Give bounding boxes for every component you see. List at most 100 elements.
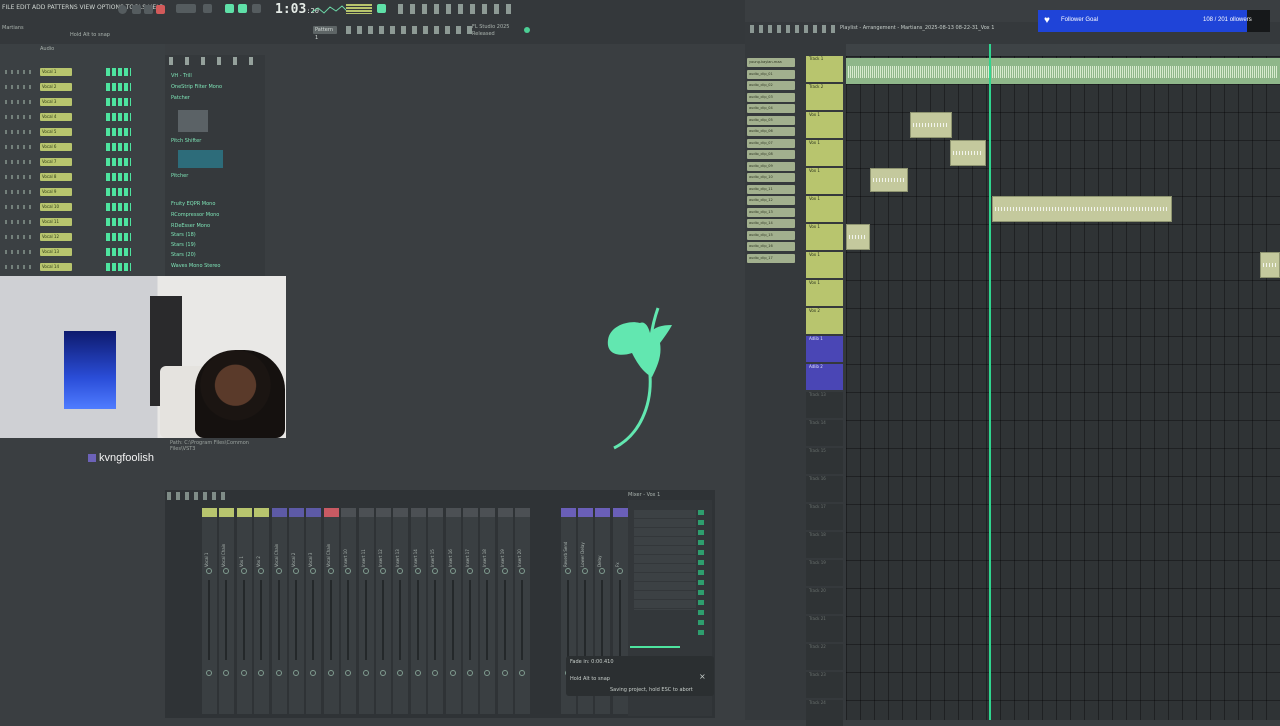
playhead[interactable] <box>989 44 991 720</box>
send-knob[interactable] <box>501 670 508 676</box>
clip-source-button[interactable]: young-kaylan-maa <box>747 58 795 67</box>
mixer-strip[interactable]: Insert 18 <box>480 508 496 714</box>
send-knob[interactable] <box>432 670 439 676</box>
track-header[interactable]: Vox 1 <box>806 168 843 194</box>
pan-knob[interactable] <box>310 568 317 574</box>
track-header[interactable]: Vox 1 <box>806 196 843 222</box>
fx-slots[interactable] <box>634 510 696 610</box>
mixer-toolbar[interactable] <box>167 492 227 500</box>
send-knob[interactable] <box>362 670 369 676</box>
plugin-item[interactable]: OneStrip Filter Mono <box>171 84 222 90</box>
plugin-item[interactable]: Waves Mono Stereo <box>171 263 220 269</box>
pan-knob[interactable] <box>432 568 439 574</box>
clip-source-button[interactable]: audio_clip_04 <box>747 104 795 113</box>
strip-fader[interactable] <box>399 580 402 660</box>
channel-row[interactable]: Vocal 2 <box>3 83 163 92</box>
send-knob[interactable] <box>327 670 334 676</box>
track-header[interactable]: Vox 1 <box>806 140 843 166</box>
channel-name-button[interactable]: Vocal 7 <box>40 158 72 166</box>
clip-source-button[interactable]: audio_clip_05 <box>747 115 795 125</box>
plugin-item[interactable]: Stars (20) <box>171 252 196 258</box>
strip-fader[interactable] <box>260 580 263 660</box>
channel-row[interactable]: Vocal 11 <box>3 218 163 227</box>
mixer-strip[interactable]: Insert 19 <box>497 508 513 714</box>
mixer-strip[interactable]: Vocal Chain <box>271 508 287 714</box>
strip-fader[interactable] <box>618 580 621 660</box>
clip-source-button[interactable]: audio_clip_06 <box>747 127 795 136</box>
channel-steps[interactable] <box>106 83 131 91</box>
online-icon[interactable] <box>524 27 530 33</box>
pan-knob[interactable] <box>327 568 334 574</box>
strip-fader[interactable] <box>277 580 280 660</box>
channel-steps[interactable] <box>106 203 131 211</box>
strip-fader[interactable] <box>242 580 245 660</box>
send-knob[interactable] <box>380 670 386 676</box>
tool-icons-row[interactable] <box>398 4 518 14</box>
channel-controls[interactable] <box>5 235 35 239</box>
channel-row[interactable]: Vocal 13 <box>3 248 163 257</box>
tempo-display[interactable] <box>176 4 196 13</box>
metronome-button[interactable] <box>203 4 212 13</box>
send-knob[interactable] <box>484 670 491 676</box>
audio-clip[interactable] <box>846 58 1280 84</box>
clip-source-button[interactable]: audio_clip_08 <box>747 150 795 159</box>
mixer-strip[interactable]: Insert 10 <box>341 508 357 714</box>
audio-clip[interactable] <box>950 140 986 166</box>
pan-knob[interactable] <box>616 568 623 574</box>
strip-fader[interactable] <box>347 580 350 660</box>
strip-fader[interactable] <box>434 580 437 660</box>
channel-name-button[interactable]: Vocal 8 <box>40 173 72 181</box>
strip-fader[interactable] <box>295 580 297 660</box>
channel-row[interactable]: Vocal 4 <box>3 113 163 122</box>
pan-knob[interactable] <box>582 568 588 574</box>
channel-controls[interactable] <box>5 115 35 119</box>
arrangement-grid[interactable] <box>846 56 1280 720</box>
send-knob[interactable] <box>258 670 265 676</box>
pan-knob[interactable] <box>293 568 299 574</box>
channel-name-button[interactable]: Vocal 1 <box>40 68 72 76</box>
track-header[interactable]: Adlib 1 <box>806 336 843 362</box>
strip-fader[interactable] <box>486 580 489 660</box>
mixer-strip[interactable]: Vocal Chain <box>323 508 339 714</box>
channel-name-button[interactable]: Vocal 13 <box>40 248 72 256</box>
clip-source-button[interactable]: audio_clip_03 <box>747 92 795 102</box>
channel-controls[interactable] <box>5 265 35 269</box>
channel-controls[interactable] <box>5 205 35 209</box>
channel-row[interactable]: Vocal 6 <box>3 143 163 152</box>
play-button[interactable] <box>132 5 141 14</box>
mixer-strip[interactable]: Insert 13 <box>393 508 409 714</box>
countdown-button[interactable] <box>225 4 234 13</box>
channel-steps[interactable] <box>106 173 131 181</box>
channel-name-button[interactable]: Vocal 2 <box>40 83 72 91</box>
channel-controls[interactable] <box>5 130 35 134</box>
plugin-item[interactable]: VH - Trill <box>171 73 192 79</box>
channel-steps[interactable] <box>106 248 131 256</box>
channel-controls[interactable] <box>5 175 35 179</box>
track-header[interactable]: Vox 1 <box>806 280 843 306</box>
mixer-strip[interactable]: Vocal 3 <box>306 508 322 714</box>
mixer-strip[interactable]: Insert 20 <box>515 508 531 714</box>
channel-rack-filter[interactable]: Audio <box>40 46 54 52</box>
track-header[interactable]: Track 13 <box>806 392 843 418</box>
browser-toolbar[interactable] <box>169 57 259 65</box>
channel-name-button[interactable]: Vocal 11 <box>40 218 72 226</box>
send-knob[interactable] <box>414 670 421 676</box>
send-knob[interactable] <box>240 670 247 676</box>
channel-steps[interactable] <box>106 128 131 136</box>
strip-fader[interactable] <box>503 580 506 660</box>
pan-knob[interactable] <box>449 568 456 574</box>
channel-controls[interactable] <box>5 85 35 89</box>
track-header[interactable]: Track 2 <box>806 84 843 110</box>
channel-row[interactable]: Vocal 1 <box>3 68 163 77</box>
strip-fader[interactable] <box>225 580 228 660</box>
pan-knob[interactable] <box>414 568 421 574</box>
send-knob[interactable] <box>223 670 230 676</box>
send-knob[interactable] <box>310 670 317 676</box>
send-knob[interactable] <box>449 670 456 676</box>
strip-fader[interactable] <box>601 580 604 660</box>
track-header[interactable]: Track 16 <box>806 476 843 502</box>
snapshot-button[interactable] <box>377 4 386 13</box>
channel-steps[interactable] <box>106 263 131 271</box>
send-knob[interactable] <box>467 670 473 676</box>
channel-controls[interactable] <box>5 160 35 164</box>
